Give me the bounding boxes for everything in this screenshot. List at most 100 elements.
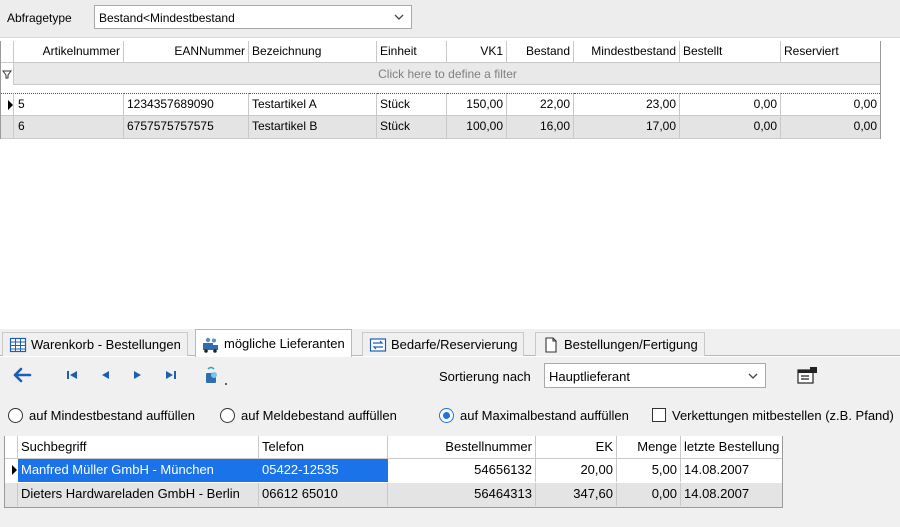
suppliers-icon xyxy=(202,335,220,353)
cell-menge[interactable]: 0,00 xyxy=(617,483,681,506)
tab-label: Bestellungen/Fertigung xyxy=(564,337,698,352)
cell-letzte-bestellung[interactable]: 14.08.2007 xyxy=(681,483,782,506)
table-row[interactable]: 5 1234357689090 Testartikel A Stück 150,… xyxy=(1,93,880,116)
query-type-value: Bestand<Mindestbestand xyxy=(99,11,235,25)
cell-bestellt[interactable]: 0,00 xyxy=(680,116,781,138)
cell-ek[interactable]: 347,60 xyxy=(536,483,617,506)
row-indicator-header xyxy=(1,41,14,63)
cell-reserviert[interactable]: 0,00 xyxy=(781,116,880,138)
chevron-down-icon xyxy=(747,370,759,382)
tab-bedarfe[interactable]: Bedarfe/Reservierung xyxy=(362,332,525,356)
table-row[interactable]: 6 6757575757575 Testartikel B Stück 100,… xyxy=(1,116,880,139)
filter-hint: Click here to define a filter xyxy=(378,67,517,81)
cell-bezeichnung[interactable]: Testartikel A xyxy=(249,93,377,115)
transfer-icon xyxy=(369,337,387,353)
cell-artikelnummer[interactable]: 6 xyxy=(15,116,124,138)
cell-ek[interactable]: 20,00 xyxy=(536,459,617,482)
cell-bestand[interactable]: 22,00 xyxy=(507,93,574,115)
cell-menge[interactable]: 5,00 xyxy=(617,459,681,482)
cell-bestellt[interactable]: 0,00 xyxy=(680,93,781,115)
filter-icon xyxy=(1,63,14,85)
cell-eannummer[interactable]: 1234357689090 xyxy=(124,93,249,115)
filter-row[interactable]: Click here to define a filter xyxy=(1,63,880,85)
grid-icon xyxy=(9,337,27,353)
cell-bestand[interactable]: 16,00 xyxy=(507,116,574,138)
table-row[interactable]: Manfred Müller GmbH - München 05422-1253… xyxy=(5,459,782,483)
cell-bestellnummer[interactable]: 56464313 xyxy=(388,483,536,506)
supplier-grid-header: Suchbegriff Telefon Bestellnummer EK Men… xyxy=(5,436,782,459)
col-header-telefon[interactable]: Telefon xyxy=(259,436,388,459)
col-header-ek[interactable]: EK xyxy=(536,436,617,459)
tab-label: Bedarfe/Reservierung xyxy=(391,337,518,352)
col-header-bezeichnung[interactable]: Bezeichnung xyxy=(249,41,377,63)
col-header-bestellnummer[interactable]: Bestellnummer xyxy=(388,436,536,459)
col-header-letzte-bestellung[interactable]: letzte Bestellung xyxy=(681,436,782,459)
back-arrow-icon[interactable] xyxy=(10,365,34,385)
last-record-icon[interactable] xyxy=(160,365,182,385)
previous-record-icon[interactable] xyxy=(95,365,117,385)
cell-suchbegriff[interactable]: Manfred Müller GmbH - München xyxy=(18,459,259,482)
cell-artikelnummer[interactable]: 5 xyxy=(15,93,124,115)
cell-einheit[interactable]: Stück xyxy=(377,116,447,138)
current-row-arrow-icon xyxy=(1,93,14,116)
sort-value: Hauptlieferant xyxy=(549,369,630,384)
supplier-grid: Suchbegriff Telefon Bestellnummer EK Men… xyxy=(4,436,783,508)
tab-lieferanten[interactable]: mögliche Lieferanten xyxy=(195,329,352,357)
col-header-artikelnummer[interactable]: Artikelnummer xyxy=(15,41,124,63)
cell-letzte-bestellung[interactable]: 14.08.2007 xyxy=(681,459,782,482)
checkbox-label: Verkettungen mitbestellen (z.B. Pfand) xyxy=(672,408,894,423)
refresh-icon[interactable] xyxy=(200,365,232,385)
radio-circle[interactable] xyxy=(8,408,23,423)
checkbox-box[interactable] xyxy=(652,408,666,422)
suppliers-panel: Sortierung nach Hauptlieferant auf Minde… xyxy=(0,357,900,527)
cell-bestellnummer[interactable]: 54656132 xyxy=(388,459,536,482)
first-record-icon[interactable] xyxy=(62,365,84,385)
query-type-label: Abfragetype xyxy=(7,11,72,25)
sort-label: Sortierung nach xyxy=(439,369,531,384)
col-header-einheit[interactable]: Einheit xyxy=(377,41,447,63)
row-indicator xyxy=(1,116,14,139)
row-indicator-header xyxy=(5,436,18,459)
table-row[interactable]: Dieters Hardwareladen GmbH - Berlin 0661… xyxy=(5,483,782,507)
radio-label: auf Mindestbestand auffüllen xyxy=(29,408,195,423)
tab-bar: Warenkorb - Bestellungen mögliche Liefer… xyxy=(0,329,900,357)
current-row-arrow-icon xyxy=(5,459,18,482)
tab-label: Warenkorb - Bestellungen xyxy=(31,337,181,352)
next-record-icon[interactable] xyxy=(127,365,149,385)
col-header-mindestbestand[interactable]: Mindestbestand xyxy=(574,41,680,63)
cell-mindestbestand[interactable]: 17,00 xyxy=(574,116,680,138)
cell-suchbegriff[interactable]: Dieters Hardwareladen GmbH - Berlin xyxy=(18,483,259,506)
properties-icon[interactable] xyxy=(796,366,820,386)
query-toolbar: Abfragetype Bestand<Mindestbestand xyxy=(0,0,900,38)
chevron-down-icon xyxy=(393,11,405,23)
radio-label: auf Maximalbestand auffüllen xyxy=(460,408,629,423)
row-indicator xyxy=(5,483,18,506)
col-header-eannummer[interactable]: EANNummer xyxy=(124,41,249,63)
cell-telefon[interactable]: 05422-12535 xyxy=(259,459,388,482)
col-header-menge[interactable]: Menge xyxy=(617,436,681,459)
col-header-reserviert[interactable]: Reserviert xyxy=(781,41,880,63)
col-header-suchbegriff[interactable]: Suchbegriff xyxy=(18,436,259,459)
cell-vk1[interactable]: 100,00 xyxy=(447,116,507,138)
tab-warenkorb[interactable]: Warenkorb - Bestellungen xyxy=(2,332,188,356)
cell-eannummer[interactable]: 6757575757575 xyxy=(124,116,249,138)
cell-reserviert[interactable]: 0,00 xyxy=(781,93,880,115)
tab-bestellungen[interactable]: Bestellungen/Fertigung xyxy=(535,332,705,356)
cell-bezeichnung[interactable]: Testartikel B xyxy=(249,116,377,138)
cell-mindestbestand[interactable]: 23,00 xyxy=(574,93,680,115)
radio-circle[interactable] xyxy=(220,408,235,423)
document-icon xyxy=(542,337,560,353)
col-header-bestand[interactable]: Bestand xyxy=(507,41,574,63)
col-header-bestellt[interactable]: Bestellt xyxy=(680,41,781,63)
tab-label: mögliche Lieferanten xyxy=(224,336,345,351)
sort-select[interactable]: Hauptlieferant xyxy=(544,363,766,388)
col-header-vk1[interactable]: VK1 xyxy=(447,41,507,63)
radio-circle-selected[interactable] xyxy=(439,408,454,423)
query-type-select[interactable]: Bestand<Mindestbestand xyxy=(94,5,412,29)
article-grid: Artikelnummer EANNummer Bezeichnung Einh… xyxy=(0,41,881,139)
radio-label: auf Meldebestand auffüllen xyxy=(241,408,397,423)
cell-einheit[interactable]: Stück xyxy=(377,93,447,115)
article-grid-header: Artikelnummer EANNummer Bezeichnung Einh… xyxy=(1,41,880,63)
cell-telefon[interactable]: 06612 65010 xyxy=(259,483,388,506)
cell-vk1[interactable]: 150,00 xyxy=(447,93,507,115)
